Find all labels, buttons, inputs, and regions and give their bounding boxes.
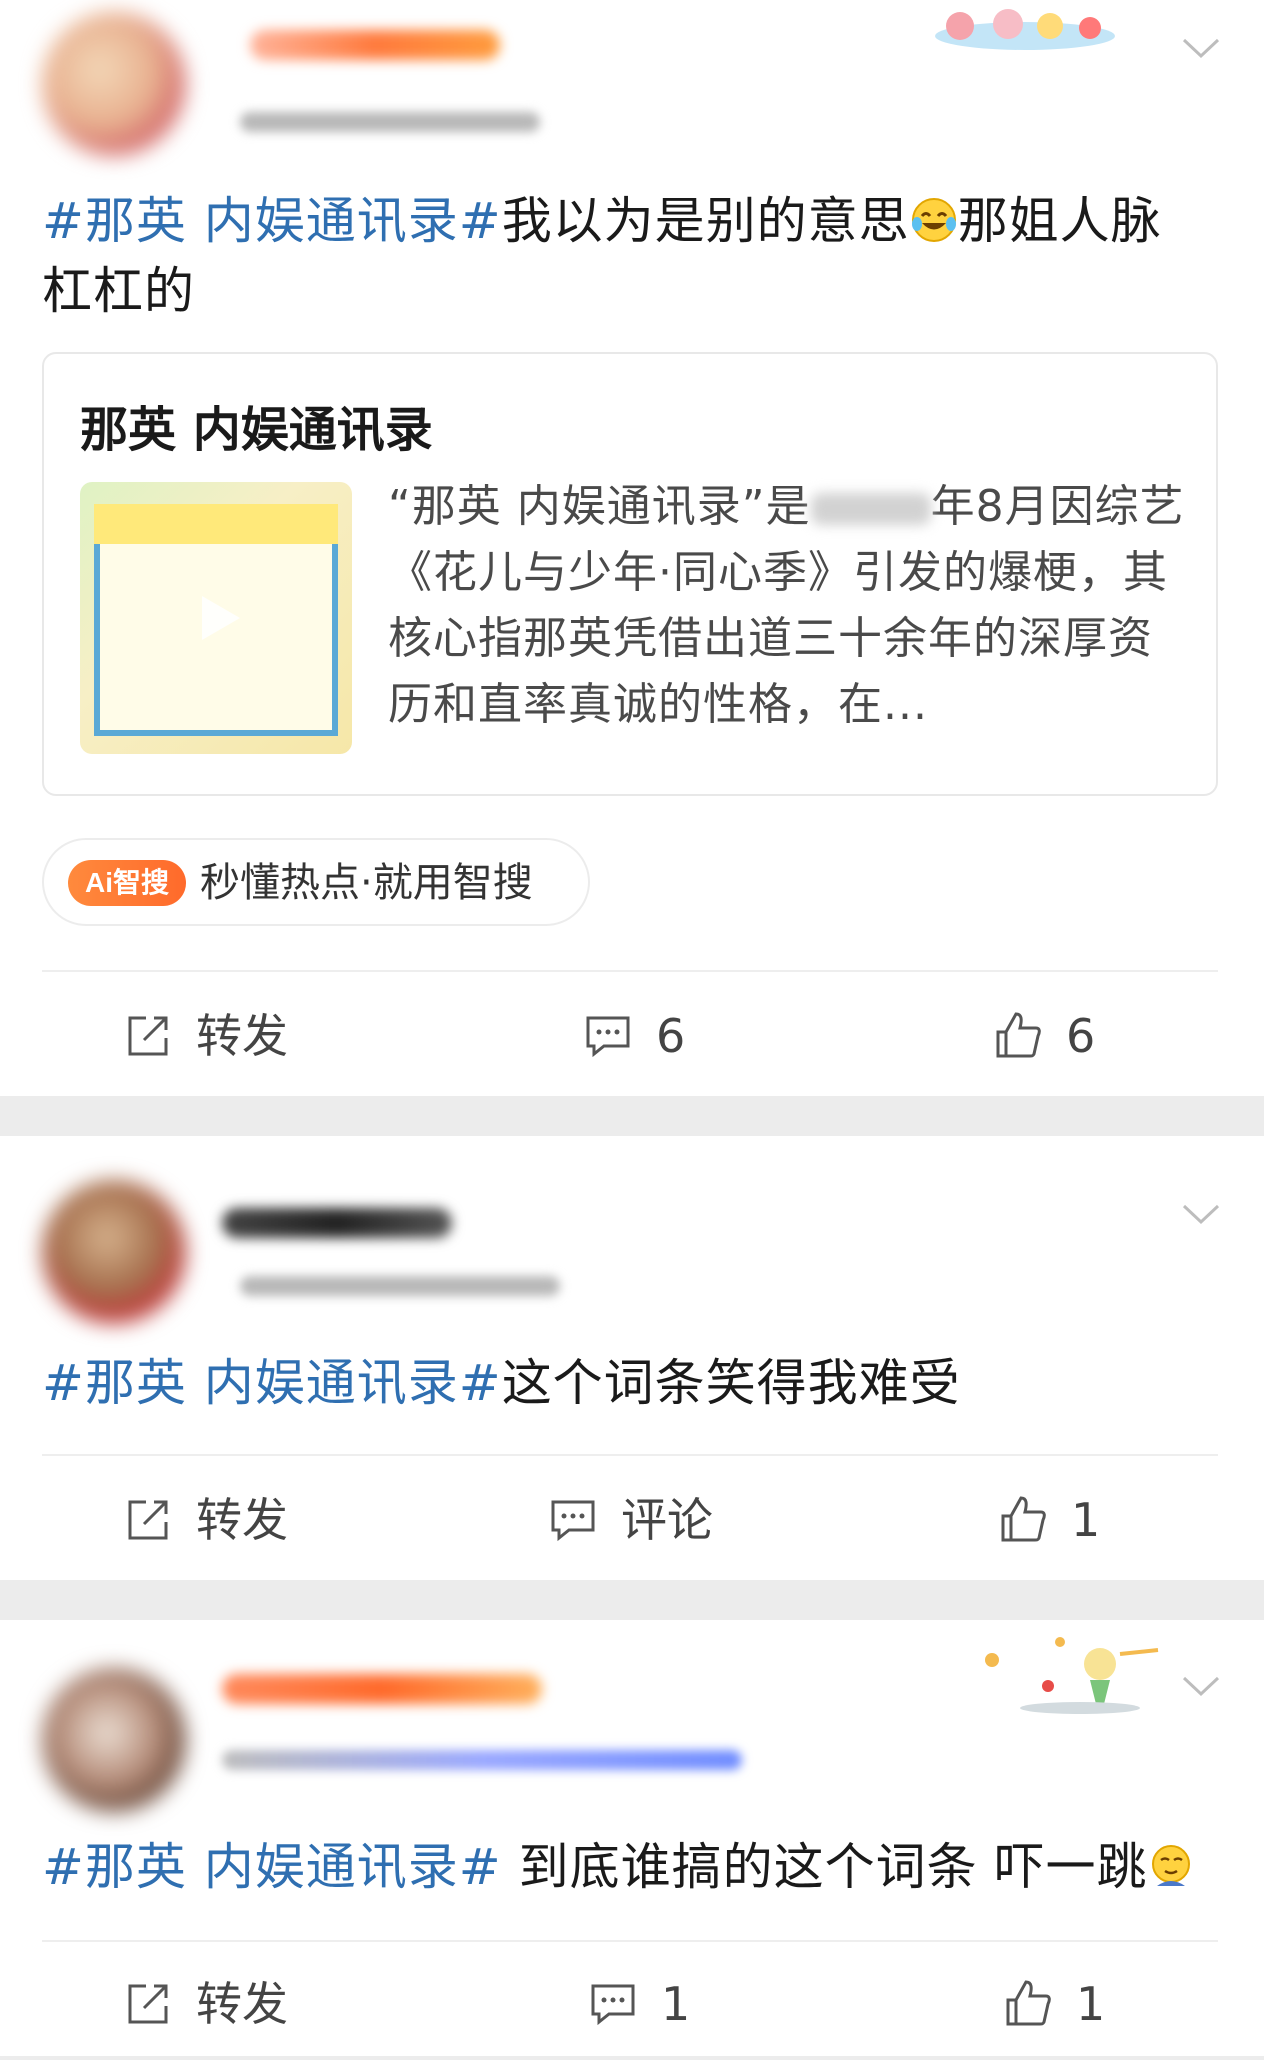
ai-search-chip[interactable]: Ai智搜 秒懂热点·就用智搜	[42, 838, 590, 926]
thinking-emoji-icon	[1152, 1845, 1191, 1886]
repost-icon	[128, 1984, 168, 2024]
comment-count: 1	[661, 1977, 691, 2031]
repost-button[interactable]: 转发	[122, 1974, 288, 2034]
action-bar: 转发 1 1	[42, 1950, 1218, 2060]
post-text: #那英 内娱通讯录#我以为是别的意思 那姐人脉杠杠的	[42, 186, 1202, 326]
chevron-down-icon[interactable]	[1180, 1192, 1222, 1234]
crying-laughing-emoji-icon	[911, 198, 956, 242]
video-thumbnail[interactable]	[80, 482, 352, 754]
like-count: 6	[1066, 1009, 1096, 1063]
hashtag-link[interactable]: #那英 内娱通讯录#	[42, 1354, 502, 1412]
repost-icon	[128, 1500, 168, 1540]
thumbs-up-icon	[1001, 1496, 1046, 1542]
comment-count: 6	[656, 1009, 686, 1063]
card-description: “那英 内娱通讯录”是 年8月因综艺《花儿与少年·同心季》引发的爆梗，其核心指那英…	[388, 474, 1188, 738]
card-description-part: “那英 内娱通讯录”是	[388, 481, 811, 532]
like-button[interactable]: 1	[1002, 1974, 1105, 2034]
repost-label: 转发	[196, 1977, 288, 2031]
post-meta-blurred	[240, 1276, 560, 1296]
comment-button[interactable]: 1	[587, 1974, 690, 2034]
post-card: #那英 内娱通讯录#这个词条笑得我难受 转发 评论 1	[0, 1136, 1264, 1580]
post-card: #那英 内娱通讯录# 到底谁搞的这个词条 吓一跳 转发 1 1	[0, 1620, 1264, 2056]
comment-icon	[591, 1984, 635, 2026]
hashtag-link[interactable]: #那英 内娱通讯录#	[42, 1838, 502, 1896]
chevron-down-icon[interactable]	[1180, 26, 1222, 68]
comment-button[interactable]: 6	[582, 1006, 685, 1066]
avatar[interactable]	[42, 1668, 186, 1812]
repost-label: 转发	[196, 1493, 288, 1547]
comment-icon	[551, 1500, 595, 1542]
divider	[42, 970, 1218, 972]
little-prince-sticker-icon	[985, 1637, 1159, 1714]
repost-button[interactable]: 转发	[122, 1006, 288, 1066]
divider	[42, 1454, 1218, 1456]
comment-button[interactable]: 评论	[547, 1490, 713, 1550]
action-bar: 转发 评论 1	[42, 1466, 1218, 1576]
post-card: #那英 内娱通讯录#我以为是别的意思 那姐人脉杠杠的 那英 内娱通讯录 “那英 …	[0, 0, 1264, 1096]
thumbs-up-icon	[996, 1012, 1041, 1058]
thumbnail-banner	[94, 504, 338, 544]
repost-label: 转发	[196, 1009, 288, 1063]
post-text-part: 这个词条笑得我难受	[501, 1354, 961, 1412]
username-blurred[interactable]	[222, 1674, 542, 1704]
repost-button[interactable]: 转发	[122, 1490, 288, 1550]
post-text-part: 到底谁搞的这个词条 吓一跳	[501, 1838, 1148, 1896]
post-text: #那英 内娱通讯录# 到底谁搞的这个词条 吓一跳	[42, 1832, 1202, 1902]
comment-icon	[586, 1016, 630, 1058]
username-blurred[interactable]	[250, 30, 500, 60]
ai-search-badge: Ai智搜	[68, 860, 186, 906]
divider	[42, 1940, 1218, 1942]
username-blurred[interactable]	[222, 1208, 452, 1238]
action-bar: 转发 6 6	[42, 982, 1218, 1092]
play-icon[interactable]	[188, 588, 248, 648]
weibo-feed: #那英 内娱通讯录#我以为是别的意思 那姐人脉杠杠的 那英 内娱通讯录 “那英 …	[0, 0, 1264, 2056]
hashtag-link[interactable]: #那英 内娱通讯录#	[42, 192, 502, 250]
decoration-sticker-icon	[935, 9, 1115, 50]
like-count: 1	[1071, 1493, 1101, 1547]
repost-icon	[128, 1016, 168, 1056]
thumbs-up-icon	[1006, 1980, 1051, 2026]
avatar[interactable]	[42, 1180, 186, 1324]
like-button[interactable]: 6	[992, 1006, 1095, 1066]
avatar[interactable]	[42, 12, 186, 156]
comment-label: 评论	[621, 1493, 713, 1547]
like-button[interactable]: 1	[997, 1490, 1100, 1550]
like-count: 1	[1076, 1977, 1106, 2031]
post-text-part: 我以为是别的意思	[501, 192, 910, 250]
post-text: #那英 内娱通讯录#这个词条笑得我难受	[42, 1348, 1202, 1418]
topic-card[interactable]: 那英 内娱通讯录 “那英 内娱通讯录”是 年8月因综艺《花儿与少年·同心季》引发的…	[42, 352, 1218, 796]
card-title: 那英 内娱通讯录	[80, 402, 433, 458]
post-meta-blurred	[222, 1750, 742, 1770]
redacted-text	[810, 493, 931, 525]
post-meta-blurred	[240, 112, 540, 132]
chevron-down-icon[interactable]	[1180, 1664, 1222, 1706]
ai-search-label: 秒懂热点·就用智搜	[200, 860, 533, 906]
